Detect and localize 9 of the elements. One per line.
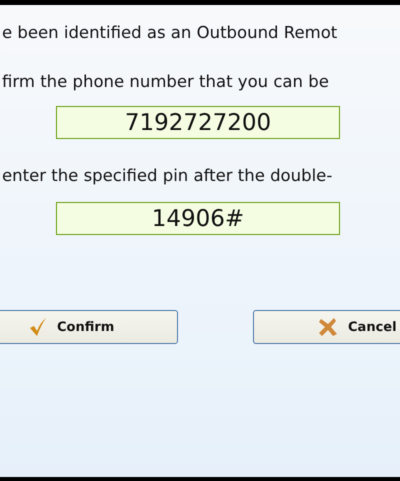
instruction-text: firm the phone number that you can be [1, 72, 330, 92]
confirm-button[interactable]: Confirm [0, 310, 178, 344]
cross-icon [318, 317, 338, 337]
pin-field[interactable]: 14906# [56, 202, 340, 235]
phone-number-field[interactable]: 7192727200 [56, 106, 340, 139]
checkmark-icon [29, 317, 47, 337]
instruction-text: enter the specified pin after the double- [1, 166, 334, 186]
cancel-button[interactable]: Cancel [253, 310, 400, 344]
instruction-text: e been identified as an Outbound Remot [1, 23, 338, 43]
